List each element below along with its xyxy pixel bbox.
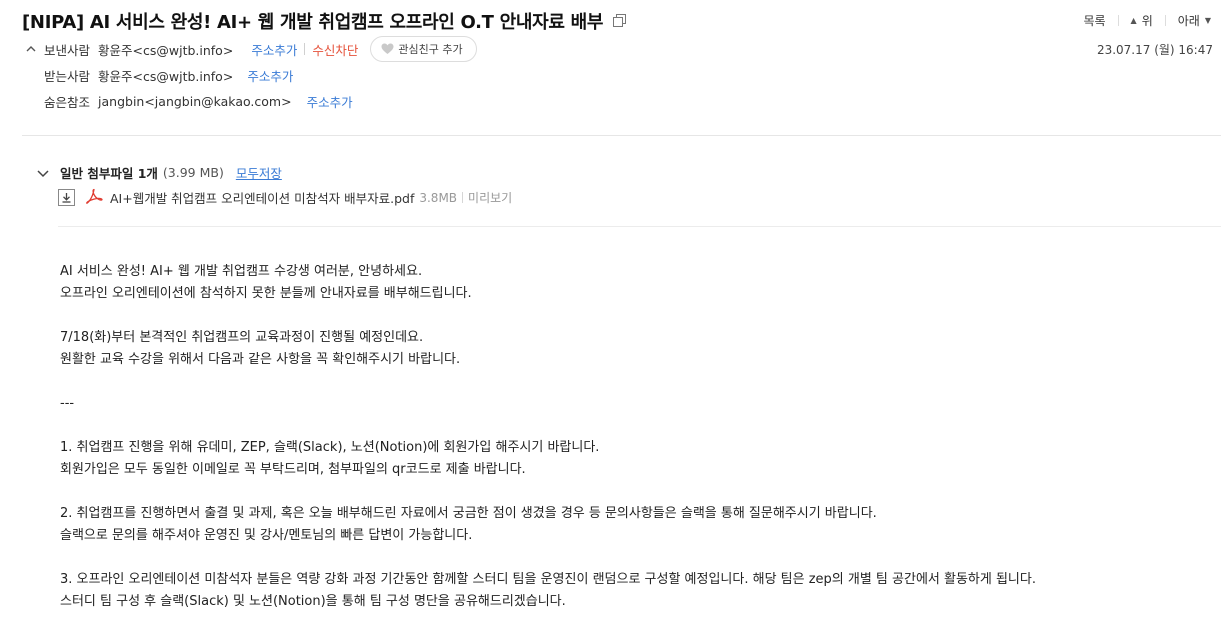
mail-navigation: 목록 ▲ 위 아래 ▼ bbox=[1083, 12, 1211, 29]
heart-icon bbox=[381, 43, 394, 54]
body-blank-line bbox=[60, 371, 1210, 393]
body-line: 2. 취업캠프를 진행하면서 출결 및 과제, 혹은 오늘 배부해드린 자료에서… bbox=[60, 506, 877, 521]
next-mail-button[interactable]: 아래 ▼ bbox=[1178, 12, 1211, 29]
mail-body: AI 서비스 완성! AI+ 웹 개발 취업캠프 수강생 여러분, 안녕하세요.… bbox=[60, 261, 1210, 613]
bcc-address[interactable]: jangbin<jangbin@kakao.com> bbox=[98, 94, 292, 109]
body-line: 3. 오프라인 오리엔테이션 미참석자 분들은 역량 강화 과정 기간동안 함께… bbox=[60, 572, 1036, 587]
subject-row: [NIPA] AI 서비스 완성! AI+ 웹 개발 취업캠프 오프라인 O.T… bbox=[22, 8, 627, 34]
body-line: 회원가입은 모두 동일한 이메일로 꼭 부탁드리며, 첨부파일의 qr코드로 제… bbox=[60, 462, 526, 477]
body-line: 오프라인 오리엔테이션에 참석하지 못한 분들께 안내자료를 배부해드립니다. bbox=[60, 286, 472, 301]
recipient-row: 받는사람 황윤주<cs@wjtb.info> 주소추가 bbox=[44, 66, 293, 85]
attachments-title: 일반 첨부파일 1개 bbox=[60, 166, 158, 181]
sender-label: 보낸사람 bbox=[44, 42, 91, 58]
sender-row: 보낸사람 황윤주<cs@wjtb.info> 주소추가 수신차단 관심친구 추가 bbox=[26, 36, 477, 62]
link-divider bbox=[304, 43, 306, 55]
mail-date: 23.07.17 (월) 16:47 bbox=[1096, 43, 1213, 57]
body-line: 7/18(화)부터 본격적인 취업캠프의 교육과정이 진행될 예정인데요. bbox=[60, 330, 424, 345]
add-favorite-button[interactable]: 관심친구 추가 bbox=[370, 36, 477, 62]
attachment-item: AI+웹개발 취업캠프 오리엔테이션 미참석자 배부자료.pdf 3.8MB 미… bbox=[58, 188, 512, 207]
preview-link[interactable]: 미리보기 bbox=[468, 189, 512, 206]
chevron-down-icon[interactable] bbox=[36, 166, 50, 180]
body-blank-line bbox=[60, 481, 1210, 503]
body-line: 슬랙으로 문의를 해주셔야 운영진 및 강사/멘토님의 빠른 답변이 가능합니다… bbox=[60, 528, 473, 543]
prev-mail-button[interactable]: ▲ 위 bbox=[1131, 12, 1153, 29]
sender-address[interactable]: 황윤주<cs@wjtb.info> bbox=[98, 40, 233, 59]
chevron-up-icon[interactable] bbox=[26, 44, 36, 55]
attachments-divider bbox=[58, 226, 1221, 227]
body-line: 1. 취업캠프 진행을 위해 유데미, ZEP, 슬랙(Slack), 노션(N… bbox=[60, 440, 600, 455]
block-sender-link[interactable]: 수신차단 bbox=[312, 40, 358, 59]
body-line: --- bbox=[60, 396, 75, 411]
body-blank-line bbox=[60, 305, 1210, 327]
download-icon[interactable] bbox=[58, 189, 75, 206]
attachment-file-name[interactable]: AI+웹개발 취업캠프 오리엔테이션 미참석자 배부자료.pdf bbox=[110, 188, 414, 207]
sender-add-address-link[interactable]: 주소추가 bbox=[251, 40, 297, 59]
recipient-address[interactable]: 황윤주<cs@wjtb.info> bbox=[98, 66, 233, 85]
attachments-header: 일반 첨부파일 1개 (3.99 MB) 모두저장 bbox=[36, 163, 282, 182]
triangle-up-icon: ▲ bbox=[1130, 16, 1137, 25]
body-blank-line bbox=[60, 547, 1210, 569]
body-line: 스터디 팀 구성 후 슬랙(Slack) 및 노션(Notion)을 통해 팀 … bbox=[60, 594, 566, 609]
nav-divider bbox=[1164, 15, 1166, 26]
pdf-icon bbox=[84, 188, 104, 207]
next-mail-label: 아래 bbox=[1177, 14, 1200, 28]
attachments-total-size: (3.99 MB) bbox=[162, 165, 224, 180]
copy-icon[interactable] bbox=[613, 14, 627, 28]
body-blank-line bbox=[60, 415, 1210, 437]
nav-divider bbox=[1117, 15, 1119, 26]
save-all-link[interactable]: 모두저장 bbox=[236, 163, 282, 182]
bcc-label: 숨은참조 bbox=[44, 95, 91, 110]
attachment-divider bbox=[462, 192, 464, 203]
bcc-row: 숨은참조 jangbin<jangbin@kakao.com> 주소추가 bbox=[44, 92, 353, 111]
recipient-label: 받는사람 bbox=[44, 69, 91, 84]
attachment-file-size: 3.8MB bbox=[419, 190, 458, 205]
add-favorite-label: 관심친구 추가 bbox=[398, 43, 463, 56]
mail-subject: [NIPA] AI 서비스 완성! AI+ 웹 개발 취업캠프 오프라인 O.T… bbox=[22, 12, 604, 33]
body-line: AI 서비스 완성! AI+ 웹 개발 취업캠프 수강생 여러분, 안녕하세요. bbox=[60, 264, 423, 279]
triangle-down-icon: ▼ bbox=[1204, 16, 1211, 25]
header-divider bbox=[22, 135, 1221, 136]
bcc-add-address-link[interactable]: 주소추가 bbox=[307, 92, 353, 111]
list-button[interactable]: 목록 bbox=[1083, 12, 1105, 29]
prev-mail-label: 위 bbox=[1141, 14, 1153, 28]
recipient-add-address-link[interactable]: 주소추가 bbox=[247, 66, 293, 85]
body-line: 원활한 교육 수강을 위해서 다음과 같은 사항을 꼭 확인해주시기 바랍니다. bbox=[60, 352, 461, 367]
